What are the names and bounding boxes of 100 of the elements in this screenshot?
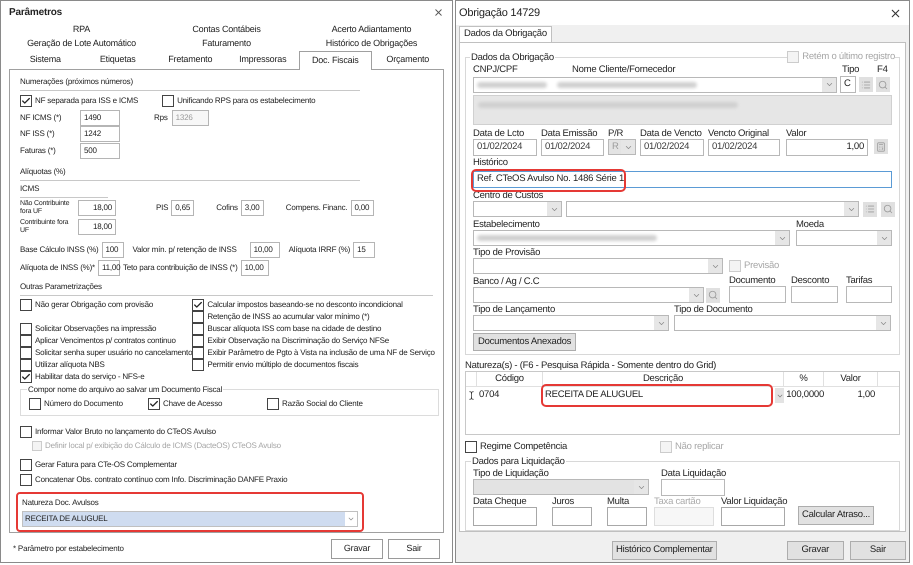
text-field[interactable] <box>661 479 725 496</box>
dropdown[interactable] <box>566 201 859 217</box>
dialog-button[interactable]: Sair <box>388 539 440 559</box>
checkbox[interactable] <box>465 441 477 453</box>
tab[interactable]: Doc. Fiscais <box>299 51 372 70</box>
calculator-icon[interactable] <box>874 139 888 154</box>
tab[interactable]: RPA <box>9 23 154 37</box>
dropdown[interactable]: RECEITA DE ALUGUEL <box>22 511 358 528</box>
text-field[interactable]: C <box>840 76 856 93</box>
text-field[interactable] <box>791 286 838 303</box>
checkbox[interactable] <box>192 334 204 347</box>
text-field[interactable] <box>552 507 592 526</box>
checkbox[interactable] <box>192 298 204 311</box>
checkbox[interactable] <box>192 358 204 371</box>
calculate-button[interactable]: Calcular Atraso... <box>798 506 874 525</box>
dialog-button[interactable]: Histórico Complementar <box>612 541 717 560</box>
dropdown[interactable] <box>473 76 837 92</box>
checkbox[interactable] <box>192 346 204 359</box>
tab[interactable]: Acerto Adiantamento <box>299 23 444 37</box>
text-field[interactable]: 18,00 <box>78 200 116 216</box>
column-header[interactable]: Valor <box>824 372 878 386</box>
checkbox[interactable] <box>148 398 160 410</box>
close-icon[interactable] <box>433 6 444 18</box>
dialog-button[interactable]: Gravar <box>786 541 844 560</box>
text-field[interactable]: 1242 <box>80 126 120 142</box>
field-label: CNPJ/CPF <box>473 65 519 75</box>
text-field[interactable] <box>607 507 647 526</box>
text-field[interactable]: 10,00 <box>240 260 269 276</box>
dropdown[interactable] <box>473 201 562 217</box>
dialog-button[interactable]: Sair <box>850 541 906 560</box>
text-field[interactable]: 11,00 <box>98 260 120 276</box>
dropdown[interactable] <box>473 315 669 331</box>
checkbox[interactable] <box>29 398 41 410</box>
text-field[interactable]: 01/02/2024 <box>541 139 604 156</box>
dialog-button[interactable]: Gravar <box>331 539 383 559</box>
tab[interactable]: Fretamento <box>154 51 226 69</box>
checkbox-label: Habilitar data do serviço - NFS-e <box>35 370 144 383</box>
tab[interactable]: Histórico de Obrigações <box>299 37 444 51</box>
column-header[interactable]: % <box>784 372 824 386</box>
text-field[interactable] <box>729 286 786 303</box>
table-cell-text: 1,00 <box>856 388 876 402</box>
tab[interactable]: Etiquetas <box>82 51 154 69</box>
text-field[interactable]: 10,00 <box>250 242 280 258</box>
checkbox[interactable] <box>20 474 32 486</box>
checkbox[interactable] <box>20 426 32 438</box>
text-field[interactable]: 18,00 <box>78 218 116 235</box>
attachments-button[interactable]: Documentos Anexados <box>473 333 576 351</box>
text-field[interactable]: 15 <box>353 242 376 258</box>
text-field[interactable]: 01/02/2024 <box>708 139 780 156</box>
checkbox[interactable] <box>20 322 32 335</box>
field-label: Documento <box>729 276 776 286</box>
tab[interactable]: Sistema <box>9 51 82 69</box>
list-icon[interactable] <box>859 77 873 92</box>
checkbox[interactable] <box>20 298 32 311</box>
text-field[interactable]: 01/02/2024 <box>473 139 537 156</box>
tab[interactable]: Orçamento <box>372 51 444 69</box>
dropdown[interactable] <box>473 258 723 274</box>
search-icon[interactable] <box>881 202 895 216</box>
dropdown[interactable] <box>674 315 891 331</box>
checkbox[interactable] <box>192 322 204 335</box>
dropdown[interactable] <box>796 230 892 246</box>
checkbox[interactable] <box>20 346 32 359</box>
tab[interactable]: Impressoras <box>226 51 299 69</box>
text-field[interactable]: 0,65 <box>171 200 194 216</box>
dropdown[interactable] <box>473 230 790 246</box>
checkbox[interactable] <box>20 358 32 371</box>
tab[interactable]: Faturamento <box>154 37 299 51</box>
text-field[interactable]: 3,00 <box>240 200 264 216</box>
tab[interactable]: Dados da Obrigação <box>459 26 552 42</box>
checkbox[interactable] <box>20 95 32 108</box>
column-header[interactable]: Código <box>477 372 543 386</box>
search-icon[interactable] <box>706 288 720 302</box>
checkbox[interactable] <box>192 310 204 323</box>
text-field[interactable]: 1,00 <box>786 139 868 156</box>
text-field[interactable]: 0,00 <box>350 200 374 216</box>
checkbox[interactable] <box>20 458 32 471</box>
dropdown[interactable] <box>473 287 704 303</box>
text-field[interactable]: 100 <box>102 242 124 258</box>
tab[interactable]: Contas Contábeis <box>154 23 299 37</box>
dropdown[interactable]: RECEITA DE ALUGUEL <box>543 388 784 403</box>
text-field[interactable] <box>846 286 892 303</box>
text-cursor-icon <box>467 391 476 400</box>
text-field[interactable]: 01/02/2024 <box>640 139 704 156</box>
list-icon[interactable] <box>863 202 877 216</box>
text-field[interactable] <box>473 507 537 526</box>
text-field[interactable]: 1490 <box>80 110 120 126</box>
checkbox[interactable] <box>20 370 32 383</box>
column-header[interactable]: Descrição <box>543 372 784 386</box>
checkbox[interactable] <box>162 95 174 108</box>
search-icon[interactable] <box>876 77 890 92</box>
text-field[interactable] <box>721 507 785 526</box>
checkbox[interactable] <box>20 334 32 347</box>
checkbox[interactable] <box>267 398 279 410</box>
text-area[interactable] <box>473 95 892 125</box>
close-icon[interactable] <box>889 6 902 20</box>
dropdown[interactable] <box>473 479 649 495</box>
field-label: Data de Lcto <box>473 129 524 139</box>
text-field[interactable]: 500 <box>80 143 120 160</box>
tab[interactable]: Geração de Lote Automático <box>9 37 154 51</box>
field-label: NF ISS (*) <box>20 128 56 140</box>
